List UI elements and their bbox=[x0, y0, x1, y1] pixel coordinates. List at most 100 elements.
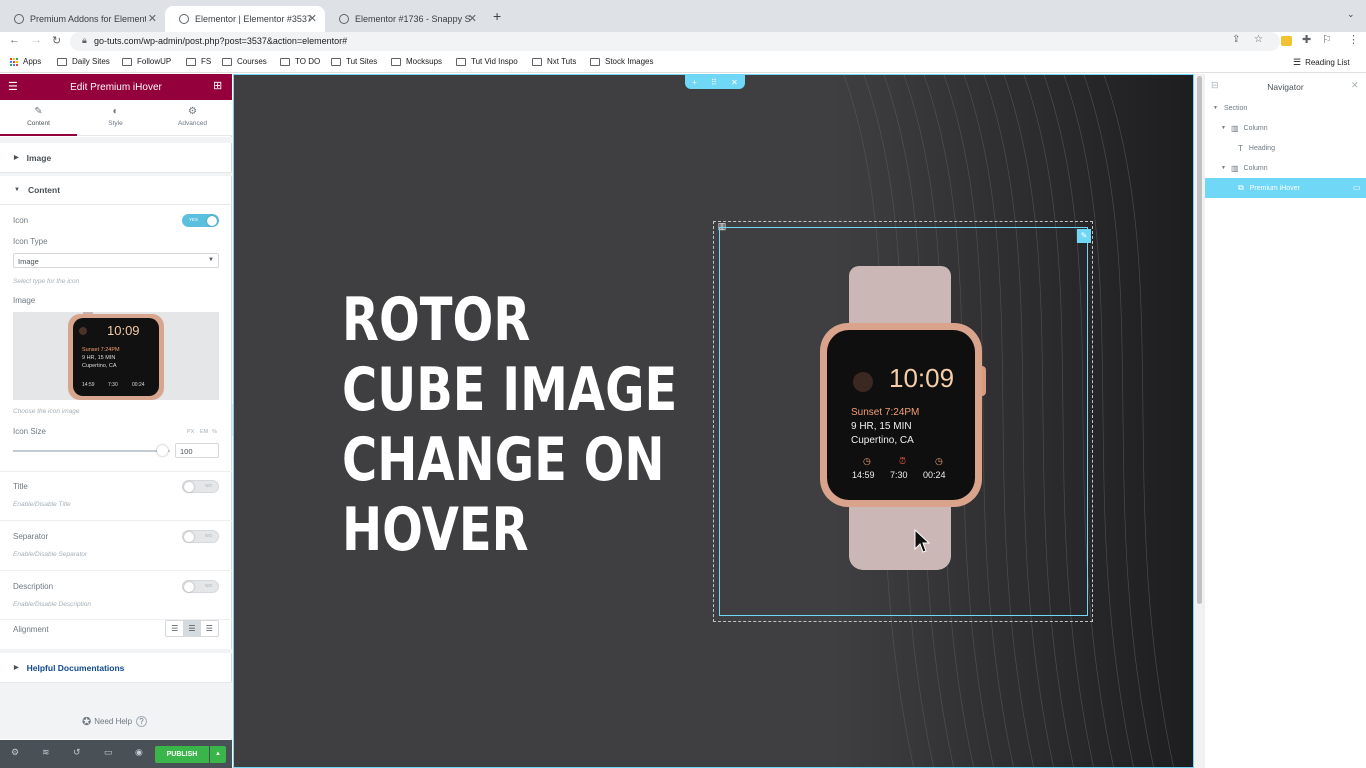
lock-icon[interactable]: 🔒︎ bbox=[82, 35, 87, 46]
watch-duration: 9 HR, 15 MIN bbox=[851, 421, 912, 432]
section-content-toggle[interactable]: ▼ Content bbox=[0, 175, 232, 205]
navigator-item[interactable]: ▼ ▥ Column bbox=[1205, 118, 1366, 138]
help-circle-icon: ✪ bbox=[82, 716, 92, 728]
edit-widget-pencil-icon[interactable]: ✎ bbox=[1077, 229, 1091, 243]
bookmark-folder[interactable]: Stock Images bbox=[590, 57, 653, 66]
extension-icon[interactable] bbox=[1281, 36, 1292, 46]
address-bar[interactable]: 🔒︎ go-tuts.com/wp-admin/post.php?post=35… bbox=[70, 32, 1280, 51]
watch-timer: 00:24 bbox=[923, 470, 946, 480]
section-docs-toggle[interactable]: ▶ Helpful Documentations bbox=[0, 653, 232, 683]
publish-options-caret-icon[interactable]: ▲ bbox=[210, 746, 226, 763]
settings-icon[interactable]: ⚙ bbox=[11, 747, 19, 758]
delete-section-icon[interactable]: ✕ bbox=[731, 78, 738, 87]
new-tab-button[interactable]: + bbox=[493, 8, 501, 24]
heading-icon: T bbox=[1238, 143, 1243, 153]
panel-tabs: ✎ Content ◐ Style ⚙ Advanced bbox=[0, 100, 232, 136]
reload-icon[interactable]: ↻ bbox=[52, 34, 61, 47]
history-icon[interactable]: ↺ bbox=[73, 747, 81, 758]
description-toggle[interactable]: NO bbox=[182, 580, 219, 593]
browser-tab[interactable]: Premium Addons for Elementor ✕ bbox=[0, 6, 165, 32]
navigator-panel: ⊟ Navigator ✕ ▼ Section ▼ ▥ Column T Heading… bbox=[1205, 74, 1366, 768]
section-image-toggle[interactable]: ▶ Image bbox=[0, 143, 232, 173]
close-icon[interactable]: ✕ bbox=[1351, 80, 1359, 91]
watch-thumb-screen: 10:09 Sunset 7:24PM 9 HR, 15 MIN Cuperti… bbox=[73, 318, 159, 396]
tab-advanced[interactable]: ⚙ Advanced bbox=[154, 100, 231, 136]
widgets-grid-icon[interactable]: ⊞ bbox=[213, 79, 222, 92]
canvas-scrollbar[interactable] bbox=[1194, 74, 1205, 768]
unit-em[interactable]: EM bbox=[200, 429, 208, 435]
layers-icon[interactable]: ≋ bbox=[42, 747, 50, 758]
unit-percent[interactable]: % bbox=[212, 429, 217, 435]
bookmark-label: Mocksups bbox=[406, 57, 443, 66]
tab-search-icon[interactable]: ⌄ bbox=[1347, 9, 1355, 20]
scrollbar-thumb[interactable] bbox=[1197, 76, 1202, 604]
separator-toggle[interactable]: NO bbox=[182, 530, 219, 543]
bookmark-folder[interactable]: Tut Vid Inspo bbox=[456, 57, 518, 66]
visibility-toggle-icon[interactable]: ▭ bbox=[1353, 183, 1361, 192]
tab-title: Elementor | Elementor #3537 bbox=[195, 14, 311, 24]
align-right-icon[interactable]: ☰ bbox=[201, 621, 218, 636]
icon-type-label: Icon Type bbox=[13, 237, 48, 246]
tab-title: Premium Addons for Elementor bbox=[30, 14, 146, 24]
publish-button[interactable]: PUBLISH bbox=[155, 746, 209, 763]
alarm-icon: ⏰︎ bbox=[899, 456, 907, 466]
add-section-icon[interactable]: + bbox=[692, 78, 697, 87]
icon-type-select[interactable]: Image ▼ bbox=[13, 253, 219, 268]
unit-px[interactable]: PX bbox=[187, 429, 194, 435]
profile-icon[interactable]: ⚐ bbox=[1322, 33, 1332, 46]
tab-content[interactable]: ✎ Content bbox=[0, 100, 77, 136]
bookmark-apps[interactable]: Apps bbox=[10, 57, 41, 66]
bookmark-folder[interactable]: Nxt Tuts bbox=[532, 57, 576, 66]
bookmark-folder[interactable]: Daily Sites bbox=[57, 57, 110, 66]
align-center-icon[interactable]: ☰ bbox=[183, 621, 201, 636]
icon-label: Icon bbox=[13, 216, 29, 225]
tab-style[interactable]: ◐ Style bbox=[77, 100, 154, 136]
share-icon[interactable]: ⇪ bbox=[1232, 34, 1240, 45]
drag-section-icon[interactable]: ⠿ bbox=[711, 78, 717, 87]
url-text[interactable]: go-tuts.com/wp-admin/post.php?post=3537&… bbox=[94, 36, 347, 46]
align-left-icon[interactable]: ☰ bbox=[166, 621, 183, 636]
preview-eye-icon[interactable]: ◉ bbox=[135, 747, 143, 758]
bookmark-folder[interactable]: FollowUP bbox=[122, 57, 171, 66]
thumb-timer: 00:24 bbox=[132, 382, 145, 388]
toggle-text: YES bbox=[189, 217, 199, 222]
bookmark-folder[interactable]: Courses bbox=[222, 57, 267, 66]
need-help-link[interactable]: ✪ Need Help ? bbox=[82, 715, 148, 728]
bookmark-label: Tut Vid Inspo bbox=[471, 57, 518, 66]
browser-tab-active[interactable]: Elementor | Elementor #3537 ✕ bbox=[165, 6, 325, 32]
icon-toggle[interactable]: YES bbox=[182, 214, 219, 227]
close-icon[interactable]: ✕ bbox=[308, 12, 317, 25]
menu-icon[interactable]: ⋮ bbox=[1348, 33, 1359, 46]
select-value: Image bbox=[18, 257, 39, 266]
ihover-widget[interactable]: ✎ 10:09 Sunset 7:24PM 9 HR, 15 MIN Cuper… bbox=[719, 227, 1091, 616]
panel-footer-area bbox=[0, 683, 232, 739]
responsive-icon[interactable]: ▭ bbox=[104, 747, 113, 758]
icon-size-input[interactable]: 100 bbox=[175, 443, 219, 458]
forward-icon[interactable]: → bbox=[31, 34, 42, 46]
navigator-item[interactable]: T Heading bbox=[1205, 138, 1366, 158]
bookmark-folder[interactable]: TO DO bbox=[280, 57, 320, 66]
size-slider-track[interactable] bbox=[13, 445, 170, 456]
close-icon[interactable]: ✕ bbox=[148, 12, 157, 25]
caret-down-icon: ▼ bbox=[1213, 105, 1218, 111]
folder-icon bbox=[186, 57, 196, 66]
bookmark-folder[interactable]: Tut Sites bbox=[331, 57, 377, 66]
size-slider-handle[interactable] bbox=[157, 445, 169, 456]
heading-widget[interactable]: ROTOR CUBE IMAGE CHANGE ON HOVER bbox=[342, 285, 677, 565]
navigator-item[interactable]: ▼ Section bbox=[1205, 98, 1366, 118]
navigator-item-selected[interactable]: ⧉ Premium iHover ▭ bbox=[1205, 178, 1366, 198]
title-toggle[interactable]: NO bbox=[182, 480, 219, 493]
bookmark-label: Courses bbox=[237, 57, 267, 66]
image-picker[interactable]: 10:09 Sunset 7:24PM 9 HR, 15 MIN Cuperti… bbox=[13, 312, 219, 400]
moon-icon bbox=[853, 372, 873, 392]
caret-down-icon: ▼ bbox=[1221, 165, 1226, 171]
star-icon[interactable]: ☆ bbox=[1254, 34, 1263, 45]
reading-list[interactable]: ☰ Reading List bbox=[1293, 57, 1350, 68]
navigator-item[interactable]: ▼ ▥ Column bbox=[1205, 158, 1366, 178]
bookmark-folder[interactable]: Mocksups bbox=[391, 57, 442, 66]
puzzle-icon[interactable]: ✚ bbox=[1302, 33, 1311, 46]
browser-tab[interactable]: Elementor #1736 - Snappy Sp ✕ bbox=[325, 6, 485, 32]
bookmark-folder[interactable]: FS bbox=[186, 57, 211, 66]
back-icon[interactable]: ← bbox=[9, 34, 20, 46]
close-icon[interactable]: ✕ bbox=[468, 12, 477, 25]
